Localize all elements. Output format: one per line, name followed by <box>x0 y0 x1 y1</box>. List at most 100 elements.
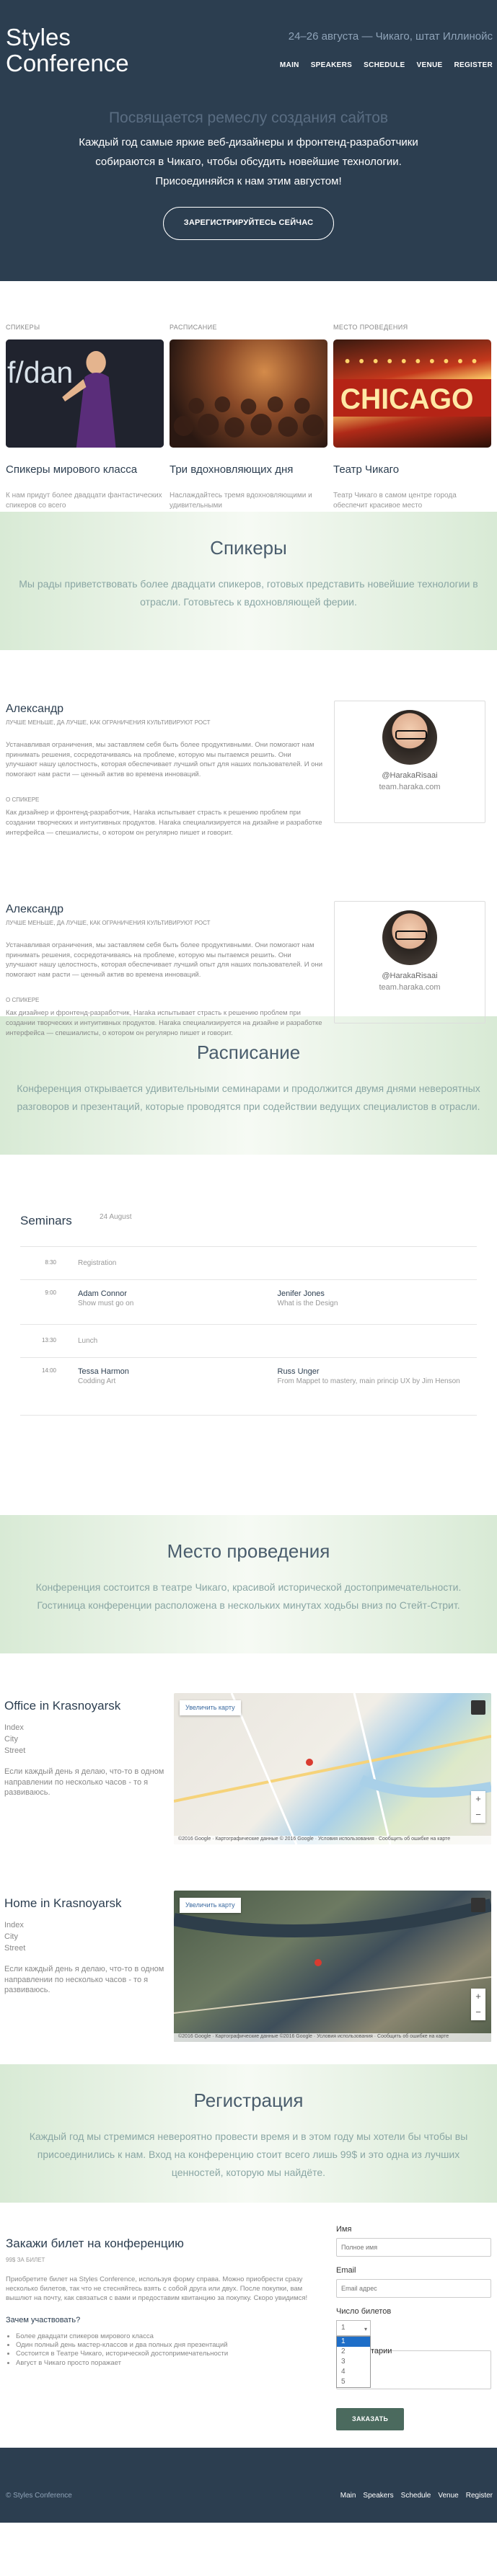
card-category: МЕСТО ПРОВЕДЕНИЯ <box>333 324 408 331</box>
address-index: Index <box>4 1920 24 1929</box>
speaker-bio: Как дизайнер и фронтенд-разработчик, Har… <box>6 1009 322 1037</box>
card-speakers[interactable]: СПИКЕРЫ f/dan Спикеры мирового класса К … <box>6 323 164 512</box>
svg-text:f/dan: f/dan <box>7 355 73 390</box>
session-a: Lunch <box>78 1336 477 1346</box>
footer-nav-main[interactable]: Main <box>340 2491 356 2502</box>
chevron-down-icon: ▾ <box>364 2325 367 2332</box>
logo-line-1: Styles <box>6 24 71 50</box>
submit-order-button[interactable]: ЗАКАЗАТЬ <box>336 2407 405 2430</box>
card-desc: К нам придут более двадцати фантастическ… <box>6 491 162 510</box>
map-satellite <box>174 1898 491 2014</box>
speaker-bio: Как дизайнер и фронтенд-разработчик, Har… <box>6 809 322 837</box>
card-desc: Наслаждайтесь тремя вдохновляющими и уди… <box>170 491 312 510</box>
speaker-block: Александр ЛУЧШЕ МЕНЬШЕ, ДА ЛУЧШЕ, КАК ОГ… <box>6 901 491 1101</box>
section-lead: Мы рады приветствовать более двадцати сп… <box>19 577 478 608</box>
card-category: РАСПИСАНИЕ <box>170 324 217 331</box>
hero-title: Посвящается ремеслу создания сайтов <box>108 110 389 126</box>
speaker-twitter-link[interactable]: @HarakaRisaai <box>335 971 485 982</box>
card-desc: Театр Чикаго в самом центре города обесп… <box>333 491 457 510</box>
tickets-dropdown[interactable]: 1 2 3 4 5 <box>336 2335 371 2388</box>
venue-section: Office in Krasnoyarsk Index City Street … <box>0 1653 497 2064</box>
list-item: Состоится в Театре Чикаго, исторической … <box>16 2350 323 2358</box>
comments-label: тарии <box>371 2346 392 2355</box>
registration-form: Имя Email Число билетов 1 ▾ 1 2 3 4 5 та… <box>323 2203 491 2448</box>
enlarge-map-button[interactable]: Увеличить карту <box>180 1898 241 1914</box>
enlarge-map-button[interactable]: Увеличить карту <box>180 1700 241 1716</box>
logo-line-2: Conference <box>6 50 129 76</box>
section-title: Спикеры <box>210 537 287 559</box>
map-office[interactable]: Увеличить карту + − ©2016 Google · Картог… <box>174 1693 491 1844</box>
nav-schedule[interactable]: SCHEDULE <box>364 61 405 71</box>
hero-header: Styles Conference 24–26 августа — Чикаго… <box>0 0 497 281</box>
zoom-control[interactable]: + − <box>471 1791 485 1823</box>
list-item: Август в Чикаго просто поражает <box>16 2359 323 2368</box>
session-topic: Codding Art <box>78 1377 116 1386</box>
card-venue[interactable]: МЕСТО ПРОВЕДЕНИЯ CHICAGO Театр Чикаго Те… <box>333 323 491 512</box>
session-time: 8:30 <box>45 1259 56 1266</box>
schedule-date: 24 August <box>100 1213 132 1221</box>
session-time: 9:00 <box>45 1289 56 1296</box>
registration-desc: Приобретите билет на Styles Conference, … <box>6 2275 308 2302</box>
register-now-button[interactable]: ЗАРЕГИСТРИРУЙТЕСЬ СЕЙЧАС <box>162 207 335 240</box>
table-row: 14:00 Tessa Harmon Codding Art Russ Unge… <box>20 1358 477 1416</box>
name-label: Имя <box>336 2225 352 2234</box>
reasons-list: Более двадцати спикеров мирового класса … <box>16 2332 323 2368</box>
map-home[interactable]: Увеличить карту + − ©2016 Google · Картог… <box>174 1891 491 2042</box>
site-logo[interactable]: Styles Conference <box>6 25 129 76</box>
dropdown-option[interactable]: 3 <box>337 2357 370 2367</box>
schedule-heading: Seminars <box>20 1214 72 1227</box>
zoom-control[interactable]: + − <box>471 1989 485 2020</box>
tickets-select[interactable]: 1 ▾ <box>336 2319 371 2336</box>
session-a: Registration <box>78 1258 477 1268</box>
footer-nav-schedule[interactable]: Schedule <box>401 2491 431 2502</box>
email-field[interactable] <box>336 2278 491 2298</box>
speakers-section: Александр ЛУЧШЕ МЕНЬШЕ, ДА ЛУЧШЕ, КАК ОГ… <box>0 650 497 1037</box>
session-a: Tessa Harmon Codding Art <box>78 1367 278 1386</box>
speaker-website-link[interactable]: team.haraka.com <box>335 782 485 794</box>
hero-text-line-1: Каждый год самые яркие веб-дизайнеры и ф… <box>79 136 418 148</box>
venue-title: Office in Krasnoyarsk <box>4 1699 121 1713</box>
session-b: Jenifer Jones What is the Design <box>278 1289 478 1308</box>
hero-text-line-2: собираются в Чикаго, чтобы обсудить нове… <box>95 156 402 168</box>
dropdown-option[interactable]: 4 <box>337 2367 370 2377</box>
session-b: Russ Unger From Mappet to mastery, main … <box>278 1367 478 1386</box>
schedule-header-row: Seminars 24 August <box>20 1212 477 1247</box>
speaker-twitter-link[interactable]: @HarakaRisaai <box>335 770 485 782</box>
map-attribution: ©2016 Google · Картографические данные ©… <box>174 2033 491 2042</box>
ticket-price: 99$ ЗА БИЛЕТ <box>6 2256 45 2263</box>
site-footer: © Styles Conference Main Speakers Schedu… <box>0 2448 497 2523</box>
avatar <box>382 710 437 765</box>
svg-text:CHICAGO: CHICAGO <box>340 383 474 415</box>
footer-nav-register[interactable]: Register <box>466 2491 493 2502</box>
address-street: Street <box>4 1943 26 1953</box>
session-speaker: Tessa Harmon <box>78 1367 129 1376</box>
section-lead: Каждый год мы стремимся невероятно прове… <box>29 2130 468 2178</box>
footer-nav-venue[interactable]: Venue <box>438 2491 458 2502</box>
venue-info: Office in Krasnoyarsk Index City Street … <box>4 1693 170 1798</box>
venue-band: Место проведения Конференция состоится в… <box>0 1515 497 1653</box>
fullscreen-icon[interactable] <box>471 1700 485 1715</box>
fullscreen-icon[interactable] <box>471 1898 485 1912</box>
speaker-website-link[interactable]: team.haraka.com <box>335 982 485 994</box>
nav-speakers[interactable]: SPEAKERS <box>311 61 352 71</box>
nav-register[interactable]: REGISTER <box>454 61 493 71</box>
why-attend-heading: Зачем участвовать? <box>6 2315 81 2324</box>
session-speaker: Russ Unger <box>277 1367 320 1376</box>
nav-venue[interactable]: VENUE <box>417 61 443 71</box>
dropdown-option[interactable]: 1 <box>337 2336 370 2347</box>
audience-illustration <box>173 396 325 438</box>
name-field[interactable] <box>336 2237 491 2257</box>
venue-address: Index City Street <box>4 1920 170 1955</box>
hero-text-line-3: Присоединяйся к нам этим августом! <box>155 175 342 187</box>
dropdown-option[interactable]: 5 <box>337 2377 370 2387</box>
card-category: СПИКЕРЫ <box>6 324 40 331</box>
nav-main[interactable]: MAIN <box>280 61 299 71</box>
dropdown-option[interactable]: 2 <box>337 2347 370 2357</box>
speaker-talk-desc: Устанавливая ограничения, мы заставляем … <box>6 941 323 980</box>
venue-desc: Если каждый день я делаю, что-то в одном… <box>4 1965 164 1995</box>
venue-office: Office in Krasnoyarsk Index City Street … <box>0 1693 497 1844</box>
card-schedule[interactable]: РАСПИСАНИЕ Три вдохновляющих дня Наслажд… <box>170 323 327 512</box>
footer-nav-speakers[interactable]: Speakers <box>363 2491 393 2502</box>
speaker-profile-card: @HarakaRisaai team.haraka.com <box>334 701 485 823</box>
main-nav: MAIN SPEAKERS SCHEDULE VENUE REGISTER <box>280 61 493 71</box>
